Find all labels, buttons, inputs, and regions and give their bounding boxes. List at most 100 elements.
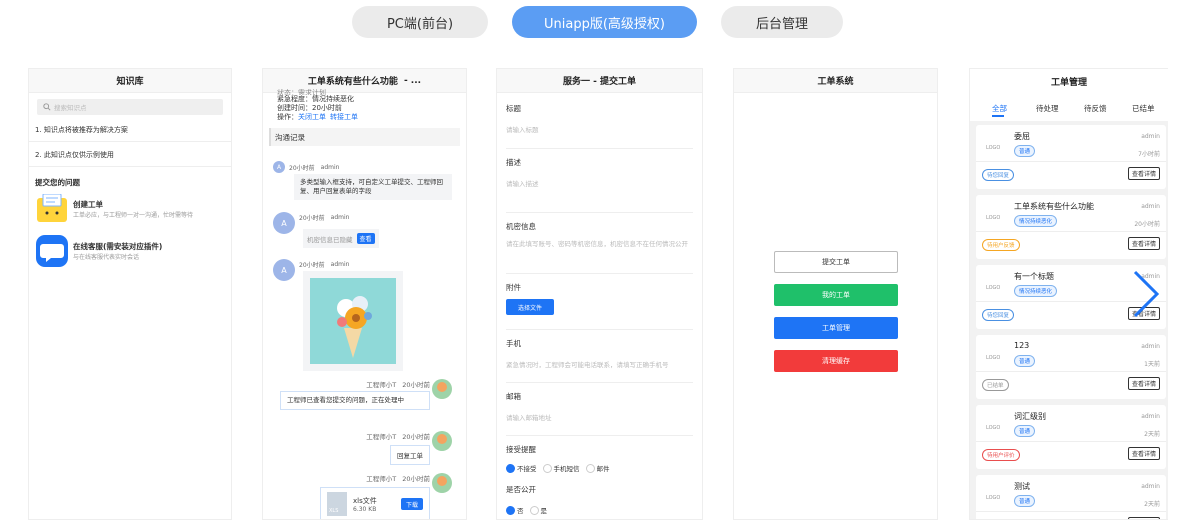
radio-icon[interactable] xyxy=(529,505,539,515)
ticket-card[interactable]: LOGO 123 admin 普通 1天前 已结单 查看详情 xyxy=(976,335,1166,399)
download-button[interactable]: 下载 xyxy=(401,498,423,510)
ticket-time: 2天前 xyxy=(1144,501,1160,508)
message-4-meta: 工程师小T 20小时前 xyxy=(366,379,430,389)
detail-urgency: 紧急程度：情况持续恶化 xyxy=(277,95,354,103)
kb-item[interactable]: 1. 知识点将被推荐为解决方案 xyxy=(35,125,231,141)
manage-tab-pending[interactable]: 待处理 xyxy=(1036,103,1059,114)
ticket-tag: 普通 xyxy=(1014,355,1036,367)
radio-checked-icon[interactable] xyxy=(506,463,515,473)
desc-input[interactable]: 请输入描述 xyxy=(506,178,693,188)
message-1-text: 多类型输入框支持，可自定义工单提交、工程师回复、用户回复表单的字段 xyxy=(294,174,452,200)
field-secret: 机密信息 请在此填写账号、密码等机密信息，机密信息不在任何情况公开 xyxy=(506,213,693,273)
kb-item[interactable]: 2. 此知识点仅供示例使用 xyxy=(35,150,231,166)
title-input[interactable]: 请输入标题 xyxy=(506,124,693,134)
ticket-user: admin xyxy=(1141,343,1160,350)
hidden-info-text: 机密信息已隐藏 xyxy=(307,235,353,244)
ticket-tag: 情况持续恶化 xyxy=(1014,285,1058,297)
kb-create-ticket[interactable]: 创建工单 工单必应，与工程师一对一沟通，忙时需等待 xyxy=(35,194,231,224)
field-label: 附件 xyxy=(506,283,521,292)
view-details-button[interactable]: 查看详情 xyxy=(1127,517,1160,519)
submit-ticket-button[interactable]: 提交工单 xyxy=(774,251,898,273)
msg-user: admin xyxy=(320,163,340,171)
ticket-time: 2天前 xyxy=(1144,431,1160,438)
tab-admin[interactable]: 后台管理 xyxy=(721,6,843,38)
engineer-avatar xyxy=(432,431,452,455)
email-input[interactable]: 请输入邮箱地址 xyxy=(506,412,693,422)
radio-label: 是 xyxy=(540,507,548,515)
field-label: 接受提醒 xyxy=(506,445,536,454)
message-6-file: XLS xls文件 6.30 KB 下载 xyxy=(320,487,430,519)
kb-create-desc: 工单必应，与工程师一对一沟通，忙时需等待 xyxy=(73,212,194,219)
xls-file-icon: XLS xyxy=(327,492,347,516)
radio-label: 手机短信 xyxy=(553,465,580,473)
ticket-detail-screen: 工单系统有些什么功能 - ... 状态：需求计划 紧急程度：情况持续恶化 创建时… xyxy=(262,68,467,520)
phone-input[interactable]: 紧急情况时，工程师会可能电话联系，请填写正确手机号 xyxy=(506,359,693,369)
chat-bubble-icon xyxy=(36,235,68,267)
knowledge-base-screen: 知识库 搜索知识点 1. 知识点将被推荐为解决方案 2. 此知识点仅供示例使用 … xyxy=(28,68,232,520)
view-details-button[interactable]: 查看详情 xyxy=(1127,377,1160,390)
ticket-tag: 普通 xyxy=(1014,425,1036,437)
field-notify: 接受提醒 不接受 手机短信 邮件 xyxy=(506,436,693,482)
view-details-button[interactable]: 查看详情 xyxy=(1127,237,1160,250)
my-tickets-button[interactable]: 我的工单 xyxy=(774,284,898,306)
tab-uniapp[interactable]: Uniapp版(高级授权) xyxy=(512,6,697,38)
ticket-user: admin xyxy=(1141,203,1160,210)
manage-tab-feedback[interactable]: 待反馈 xyxy=(1084,103,1107,114)
manage-tab-all[interactable]: 全部 xyxy=(992,103,1007,114)
engineer-avatar-icon xyxy=(432,473,452,493)
avatar: A xyxy=(273,259,295,281)
msg-time: 20小时前 xyxy=(289,164,315,172)
field-desc: 描述 请输入描述 xyxy=(506,149,693,212)
ticket-manage-button[interactable]: 工单管理 xyxy=(774,317,898,339)
ticket-title: 委屈 xyxy=(1014,132,1030,141)
ticket-time: 7小时前 xyxy=(1138,151,1160,158)
radio-icon[interactable] xyxy=(585,463,595,473)
ticket-status: 待您回复 xyxy=(982,309,1015,321)
secret-input[interactable]: 请在此填写账号、密码等机密信息，机密信息不在任何情况公开 xyxy=(506,240,693,249)
ticket-card[interactable]: LOGO 词汇级别 admin 普通 2天前 待用户评价 查看详情 xyxy=(976,405,1166,469)
field-label: 标题 xyxy=(506,104,521,113)
view-details-button[interactable]: 查看详情 xyxy=(1127,447,1160,460)
kb-search-placeholder: 搜索知识点 xyxy=(54,104,87,112)
field-title: 标题 请输入标题 xyxy=(506,93,693,148)
msg-time: 20小时前 xyxy=(402,475,430,483)
detail-title: 工单系统有些什么功能 xyxy=(307,77,398,87)
logo-placeholder: LOGO xyxy=(986,215,1001,221)
system-title: 工单系统 xyxy=(734,69,937,93)
ticket-status: 已结单 xyxy=(982,379,1009,391)
tab-pc[interactable]: PC端(前台) xyxy=(352,6,488,38)
msg-time: 20小时前 xyxy=(402,381,430,389)
kb-search-input[interactable]: 搜索知识点 xyxy=(37,99,223,115)
kb-service-desc: 与在线客服代表实时会话 xyxy=(73,254,140,261)
manage-tab-closed[interactable]: 已结单 xyxy=(1132,103,1155,114)
kb-online-service[interactable]: 在线客服(需安装对应插件) 与在线客服代表实时会话 xyxy=(35,234,231,268)
ticket-user: admin xyxy=(1141,413,1160,420)
chevron-right-icon[interactable] xyxy=(1131,268,1161,320)
ticket-tag: 情况持续恶化 xyxy=(1014,215,1058,227)
view-secret-button[interactable]: 查看 xyxy=(356,233,375,244)
logo-placeholder: LOGO xyxy=(986,355,1001,361)
field-phone: 手机 紧急情况时，工程师会可能电话联系，请填写正确手机号 xyxy=(506,330,693,382)
field-label: 描述 xyxy=(506,158,521,167)
submit-form-screen: 服务一 - 提交工单 标题 请输入标题 描述 请输入描述 机密信息 请在此填写账… xyxy=(496,68,703,520)
clear-cache-button[interactable]: 清理缓存 xyxy=(774,350,898,372)
view-details-button[interactable]: 查看详情 xyxy=(1127,167,1160,180)
radio-checked-icon[interactable] xyxy=(506,505,515,515)
message-3-image[interactable] xyxy=(303,271,403,371)
file-ext: XLS xyxy=(329,508,339,514)
choose-file-button[interactable]: 选择文件 xyxy=(506,299,554,315)
msg-time: 20小时前 xyxy=(402,433,430,441)
logo-placeholder: LOGO xyxy=(986,285,1001,291)
detail-created: 创建时间：20小时前 xyxy=(277,104,342,112)
close-ticket-link[interactable]: 关闭工单 xyxy=(298,113,326,122)
ticket-card[interactable]: LOGO 测试 admin 普通 2天前查看详情 xyxy=(976,475,1166,519)
ticket-card[interactable]: LOGO 委屈 admin 普通 7小时前 待您回复 查看详情 xyxy=(976,125,1166,189)
ticket-user: admin xyxy=(1141,483,1160,490)
detail-section-header: 沟通记录 xyxy=(269,128,460,146)
transfer-ticket-link[interactable]: 转接工单 xyxy=(330,113,358,122)
engineer-avatar xyxy=(432,473,452,497)
ticket-card[interactable]: LOGO 工单系统有些什么功能 admin 情况持续恶化 20小时前 待用户反馈 查看详情 xyxy=(976,195,1166,259)
file-name: xls文件 xyxy=(353,496,377,505)
radio-icon[interactable] xyxy=(542,463,552,473)
ticket-user: admin xyxy=(1141,133,1160,140)
